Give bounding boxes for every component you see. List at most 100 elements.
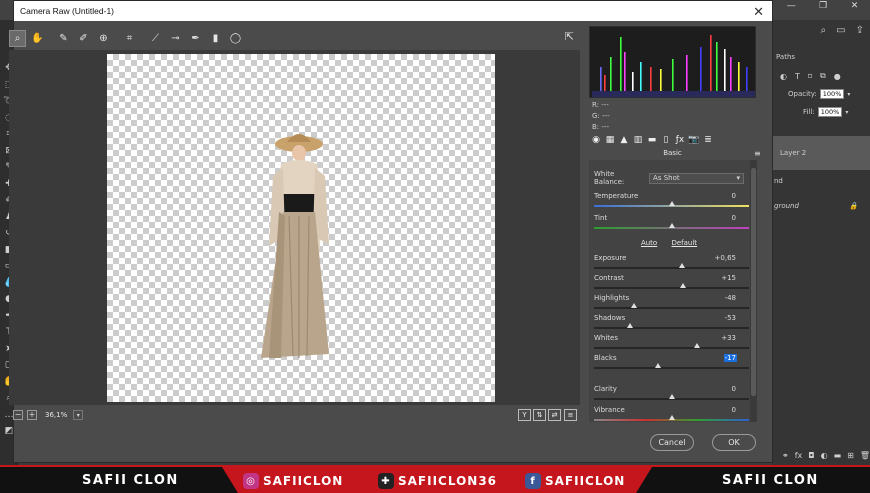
pixel-filter-icon[interactable]: ◐ [780,72,787,81]
slider-contrast[interactable]: Contrast +15 [594,274,749,294]
filter-toggle-icon[interactable]: ● [834,72,841,81]
detail-tab-icon[interactable]: ▲ [617,135,631,145]
search-icon[interactable]: ⌕ [821,25,827,36]
restore-icon[interactable]: ❐ [819,1,827,11]
slider-tint[interactable]: Tint 0 [594,214,749,234]
cancel-button[interactable]: Cancel [650,434,694,451]
slider-track[interactable] [594,287,749,289]
layer-row-partial[interactable]: nd [772,177,870,185]
new-group-icon[interactable]: ▬ [834,451,842,460]
slider-clarity[interactable]: Clarity 0 [594,385,749,405]
slider-thumb[interactable] [668,201,675,206]
preferences-icon[interactable]: ⇱ [565,30,574,43]
graduated-filter-icon[interactable]: ▮ [207,30,224,47]
swap-settings-icon[interactable]: ⇅ [533,409,546,421]
effects-tab-icon[interactable]: ƒx [673,135,687,145]
slider-value[interactable]: 0 [731,192,737,200]
panel-scrollbar[interactable] [750,160,757,422]
slider-blacks[interactable]: Blacks -17 [594,354,749,374]
slider-exposure[interactable]: Exposure +0,65 [594,254,749,274]
slider-vibrance[interactable]: Vibrance 0 [594,406,749,422]
slider-thumb[interactable] [631,303,638,308]
type-filter-icon[interactable]: T [795,72,800,81]
lens-tab-icon[interactable]: ▯ [659,135,673,145]
slider-thumb[interactable] [668,394,675,399]
new-layer-icon[interactable]: ⊞ [847,451,854,460]
delete-layer-icon[interactable]: 🗑 [860,451,870,460]
slider-value[interactable]: +33 [720,334,737,342]
slider-thumb[interactable] [668,223,675,228]
slider-track[interactable] [594,367,749,369]
dialog-titlebar[interactable]: Camera Raw (Untitled-1) ✕ [14,1,772,21]
hand-tool-icon[interactable]: ✋ [29,30,46,47]
slider-value[interactable]: -53 [724,314,737,322]
image-preview-area[interactable] [9,50,580,405]
auto-link[interactable]: Auto [641,239,657,247]
targeted-adjustment-tool-icon[interactable]: ⊕ [95,30,112,47]
paths-tab[interactable]: Paths [776,53,795,61]
crop-tool-icon[interactable]: ⌗ [121,30,138,47]
opacity-dropdown-icon[interactable]: ▾ [847,91,850,98]
adjustment-layer-icon[interactable]: ◐ [821,451,828,460]
fill-field[interactable]: 100% [817,107,843,117]
slider-track[interactable] [594,267,749,269]
before-after-toggle-icon[interactable]: Y [518,409,531,421]
zoom-in-button[interactable]: + [27,410,37,420]
layer-row-background[interactable]: ground 🔒 [772,202,870,210]
default-link[interactable]: Default [671,239,697,247]
zoom-dropdown-icon[interactable]: ▾ [73,410,84,420]
share-icon[interactable]: ⇪ [856,25,864,36]
close-icon[interactable]: ✕ [753,4,764,20]
slider-value[interactable]: 0 [731,385,737,393]
workspace-icon[interactable]: ▭ [836,25,845,36]
ok-button[interactable]: OK [712,434,756,451]
layer-mask-icon[interactable]: ◘ [808,451,814,460]
basic-tab-icon[interactable]: ◉ [589,135,603,145]
slider-temperature[interactable]: Temperature 0 [594,192,749,212]
slider-value[interactable]: +15 [720,274,737,282]
slider-value[interactable]: +0,65 [714,254,737,262]
fill-dropdown-icon[interactable]: ▾ [845,109,848,116]
slider-thumb[interactable] [627,323,634,328]
slider-thumb[interactable] [694,343,701,348]
slider-highlights[interactable]: Highlights -48 [594,294,749,314]
radial-filter-icon[interactable]: ◯ [227,30,244,47]
color-sampler-tool-icon[interactable]: ✐ [75,30,92,47]
smart-object-filter-icon[interactable]: ⧉ [820,71,826,81]
white-balance-select[interactable]: As Shot [649,172,744,184]
split-toning-tab-icon[interactable]: ▬ [645,135,659,145]
slider-thumb[interactable] [655,363,662,368]
hsl-tab-icon[interactable]: ▥ [631,135,645,145]
zoom-out-button[interactable]: − [13,410,23,420]
slider-value[interactable]: -17 [723,354,737,362]
camera-calibration-tab-icon[interactable]: 📷 [687,135,701,145]
slider-value[interactable]: -48 [724,294,737,302]
scroll-thumb[interactable] [751,168,756,396]
straighten-tool-icon[interactable]: ⟋ [147,30,164,47]
link-layers-icon[interactable]: ⚭ [782,451,789,460]
panel-menu-icon[interactable]: ≡ [754,149,761,158]
slider-value[interactable]: 0 [731,406,737,414]
presets-tab-icon[interactable]: ≣ [701,135,715,145]
slider-track[interactable] [594,327,749,329]
slider-track[interactable] [594,347,749,349]
slider-track[interactable] [594,307,749,309]
minimize-icon[interactable]: — [787,1,796,11]
adjustment-brush-icon[interactable]: ✒ [187,30,204,47]
view-settings-icon[interactable]: ≡ [564,409,577,421]
slider-thumb[interactable] [668,415,675,420]
shape-filter-icon[interactable]: ⌑ [808,72,812,81]
slider-thumb[interactable] [680,283,687,288]
tone-curve-tab-icon[interactable]: ▦ [603,135,617,145]
white-balance-tool-icon[interactable]: ✎ [55,30,72,47]
spot-removal-tool-icon[interactable]: ⊸ [167,30,184,47]
layer-row-layer2[interactable]: Layer 2 [772,136,870,170]
opacity-field[interactable]: 100% [819,89,845,99]
slider-shadows[interactable]: Shadows -53 [594,314,749,334]
transparent-canvas[interactable] [107,54,495,402]
zoom-tool-icon[interactable]: ⌕ [9,29,26,47]
close-icon[interactable]: ✕ [851,1,859,11]
copy-settings-icon[interactable]: ⇄ [548,409,561,421]
slider-whites[interactable]: Whites +33 [594,334,749,354]
slider-value[interactable]: 0 [731,214,737,222]
